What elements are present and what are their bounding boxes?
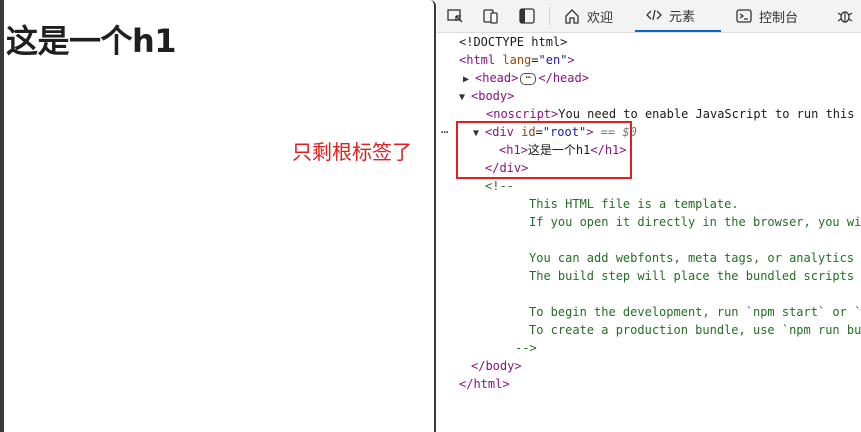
dom-body-close[interactable]: </body> <box>471 357 522 375</box>
dom-comment-line: The build step will place the bundled sc… <box>529 269 855 283</box>
code-icon <box>645 6 663 24</box>
dom-comment-line: This HTML file is a template. <box>529 197 739 211</box>
toolbar-separator <box>549 7 550 25</box>
collapse-arrow-icon[interactable]: ▼ <box>459 89 471 107</box>
more-options-icon[interactable]: ⋯ <box>441 123 448 141</box>
tab-label: 元素 <box>669 9 696 25</box>
tab-label: 控制台 <box>759 10 799 26</box>
devtools-toolbar: 欢迎 元素 控制台 <box>437 0 861 33</box>
dock-sidebar-icon[interactable] <box>517 6 537 26</box>
dom-head[interactable]: ▶ <head> ⋯ </head> <box>463 69 589 87</box>
dom-tree: <!DOCTYPE html> <html lang="en"> ▶ <head>… <box>437 33 861 432</box>
devtools-panel: 欢迎 元素 控制台 <!DOCTYPE html> <html lang="en… <box>437 0 861 432</box>
inspect-element-icon[interactable] <box>445 6 465 26</box>
dom-comment-line: To create a production bundle, use `npm … <box>529 323 861 337</box>
tab-label: 欢迎 <box>587 10 614 26</box>
ellipsis-icon[interactable]: ⋯ <box>520 72 537 85</box>
dom-comment-line: If you open it directly in the browser, … <box>529 215 861 229</box>
dom-comment-close: --> <box>515 341 537 355</box>
dom-body-open[interactable]: ▼ <body> <box>459 87 514 105</box>
dom-doctype[interactable]: <!DOCTYPE html> <box>459 33 567 51</box>
bug-icon[interactable] <box>835 6 855 26</box>
highlight-box <box>456 121 632 179</box>
dom-comment-open[interactable]: <!-- <box>485 177 514 195</box>
console-icon <box>735 7 753 25</box>
page-viewport: 这是一个h1 <box>0 0 436 432</box>
tab-welcome[interactable]: 欢迎 <box>563 0 613 32</box>
dom-html-close[interactable]: </html> <box>459 375 510 393</box>
page-heading: 这是一个h1 <box>6 22 177 60</box>
dom-html-open[interactable]: <html lang="en"> <box>459 51 575 69</box>
tab-elements[interactable]: 元素 <box>635 0 721 32</box>
dom-comment-line: To begin the development, run `npm start… <box>529 305 861 319</box>
dom-comment-line: You can add webfonts, meta tags, or anal… <box>529 251 855 265</box>
tab-console[interactable]: 控制台 <box>735 0 798 32</box>
device-emulation-icon[interactable] <box>481 6 501 26</box>
home-icon <box>563 7 581 25</box>
annotation-label: 只剩根标签了 <box>292 140 412 164</box>
